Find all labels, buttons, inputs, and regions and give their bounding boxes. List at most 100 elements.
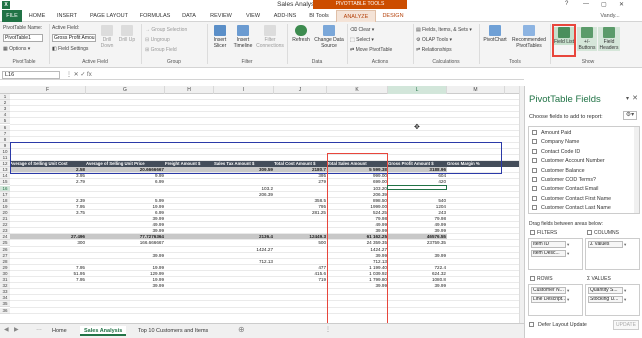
values-area[interactable]: Quantity S... ▾ Stocking U... ▾ <box>585 284 640 316</box>
tab-insert[interactable]: INSERT <box>52 10 82 22</box>
chevron-down-icon[interactable]: ▾ <box>624 287 629 294</box>
row-pill-customer[interactable]: Customer N... <box>531 287 566 294</box>
column-header-l[interactable]: L <box>388 86 447 94</box>
field-item[interactable]: Contact Code ID <box>532 148 580 155</box>
select-button[interactable]: ⬚ Select ▾ <box>350 37 374 43</box>
group-selection-button[interactable]: → Group Selection <box>145 27 187 33</box>
filter-pill-item-desc[interactable]: Item Desc... <box>531 250 566 257</box>
ungroup-button[interactable]: ⊟ Ungroup <box>145 37 170 43</box>
field-item[interactable]: Amount Paid <box>532 130 571 136</box>
active-cell[interactable] <box>387 185 447 190</box>
column-header-m[interactable]: M <box>447 86 505 94</box>
tab-formulas[interactable]: FORMULAS <box>136 10 174 22</box>
checkbox-icon[interactable] <box>532 167 537 173</box>
chevron-down-icon[interactable]: ▾ <box>567 250 572 257</box>
table-cell[interactable] <box>388 308 447 314</box>
checkbox-icon[interactable] <box>532 148 537 154</box>
field-item[interactable]: Customer Account Number <box>532 158 605 164</box>
column-header-g[interactable]: G <box>86 86 165 94</box>
filter-pill-item-id[interactable]: Item ID <box>531 241 566 248</box>
filters-area[interactable]: Item ID ▾ Item Desc... ▾ <box>528 238 583 270</box>
refresh-button[interactable]: Refresh <box>290 25 312 43</box>
pivottable-name-input[interactable]: PivotTable1 <box>3 34 43 42</box>
field-item[interactable]: Customer COD Terms? <box>532 177 596 183</box>
clear-button[interactable]: ⌫ Clear ▾ <box>350 27 374 33</box>
next-sheet-icon[interactable]: ▶ <box>14 326 19 333</box>
checkbox-icon[interactable] <box>532 158 537 164</box>
table-cell[interactable] <box>274 308 327 314</box>
tab-page-layout[interactable]: PAGE LAYOUT <box>84 10 134 22</box>
chevron-down-icon[interactable]: ▾ <box>567 296 572 303</box>
group-field-button[interactable]: ⊞ Group Field <box>145 47 177 53</box>
user-name[interactable]: Vandy... <box>590 10 630 22</box>
move-pivottable-button[interactable]: ⇄ Move PivotTable <box>350 47 392 53</box>
checkbox-icon[interactable] <box>532 195 537 201</box>
column-header-h[interactable]: H <box>165 86 214 94</box>
column-header-j[interactable]: J <box>274 86 327 94</box>
row-pill-line-desc[interactable]: Line Descript... <box>531 296 566 303</box>
pivottable-options-button[interactable]: ▦ Options ▾ <box>3 46 30 52</box>
checkbox-icon[interactable] <box>532 130 537 135</box>
column-header-i[interactable]: I <box>214 86 274 94</box>
tab-design[interactable]: DESIGN <box>378 10 408 22</box>
pane-close-icon[interactable]: ✕ <box>632 94 638 102</box>
tab-bi-tools[interactable]: BI Tools <box>304 10 334 22</box>
name-box[interactable]: L16 <box>2 71 60 79</box>
value-pill-quantity[interactable]: Quantity S... <box>588 287 623 294</box>
sheet-tab-sales-analysis[interactable]: Sales Analysis <box>80 326 127 336</box>
olap-tools-button[interactable]: ⚙ OLAP Tools ▾ <box>416 37 452 43</box>
prev-sheet-icon[interactable]: ◀ <box>4 326 9 333</box>
chevron-down-icon[interactable]: ▾ <box>567 241 572 248</box>
tab-analyze[interactable]: ANALYZE <box>336 10 376 22</box>
field-item[interactable]: Customer Contact Last Name <box>532 205 611 211</box>
table-cell[interactable] <box>447 308 505 314</box>
tab-view[interactable]: VIEW <box>240 10 266 22</box>
rows-area[interactable]: Customer N... ▾ Line Descript... ▾ <box>528 284 583 316</box>
pivotchart-button[interactable]: PivotChart <box>481 25 509 43</box>
more-sheets-icon[interactable]: … <box>36 326 42 332</box>
defer-layout-update-checkbox[interactable]: Defer Layout Update <box>529 322 587 328</box>
tab-review[interactable]: REVIEW <box>204 10 238 22</box>
field-item[interactable]: Customer Contact Email <box>532 186 598 192</box>
buttons-toggle[interactable]: +/- Buttons <box>577 27 597 51</box>
table-cell[interactable] <box>165 308 214 314</box>
restore-icon[interactable]: ▢ <box>601 1 607 8</box>
relationships-button[interactable]: ⇌ Relationships <box>416 47 452 53</box>
chevron-down-icon[interactable]: ▾ <box>624 296 629 303</box>
column-pill-values[interactable]: Σ Values <box>588 241 623 248</box>
field-headers-toggle[interactable]: Field Headers <box>598 27 620 51</box>
drill-up-button[interactable]: Drill Up <box>118 25 136 43</box>
sheet-tab-top-10[interactable]: Top 10 Customers and Items <box>134 326 212 336</box>
checkbox-icon[interactable] <box>532 186 537 192</box>
table-cell[interactable] <box>86 308 165 314</box>
formula-bar-icons[interactable]: ⋮ ✕ ✓ fx <box>66 71 92 78</box>
minimize-icon[interactable]: — <box>583 1 589 7</box>
table-cell[interactable] <box>10 308 86 314</box>
active-field-input[interactable]: Gross Profit Amou <box>52 34 96 42</box>
change-data-source-button[interactable]: Change Data Source <box>314 25 344 49</box>
sheet-tab-more-icon[interactable]: ⋮ <box>325 326 331 333</box>
insert-timeline-button[interactable]: Insert Timeline <box>232 25 254 49</box>
insert-slicer-button[interactable]: Insert Slicer <box>210 25 230 49</box>
gear-icon[interactable]: ⚙▾ <box>623 111 637 120</box>
field-item[interactable]: Company Name <box>532 139 579 145</box>
table-cell[interactable] <box>214 308 274 314</box>
row-header-36[interactable]: 36 <box>0 307 10 314</box>
field-settings-button[interactable]: ◧ Field Settings <box>52 46 88 52</box>
value-pill-stocking[interactable]: Stocking U... <box>588 296 623 303</box>
sheet-tab-home[interactable]: Home <box>48 326 71 336</box>
checkbox-icon[interactable] <box>532 139 537 145</box>
filter-connections-button[interactable]: Filter Connections <box>256 25 284 49</box>
columns-area[interactable]: Σ Values ▾ <box>585 238 640 270</box>
chevron-down-icon[interactable]: ▾ <box>624 241 629 248</box>
column-header-f[interactable]: F <box>10 86 86 94</box>
tab-add-ins[interactable]: ADD-INS <box>268 10 302 22</box>
worksheet-grid[interactable]: FGHIJKLM 1 2 3 4 5 6 7 8 9 10 11 12 13 14 15 16 17 18 19 20… <box>0 86 519 323</box>
column-header-k[interactable]: K <box>327 86 388 94</box>
add-sheet-icon[interactable]: ⊕ <box>238 325 245 334</box>
close-icon[interactable]: ✕ <box>619 1 624 8</box>
field-item[interactable]: Customer Contact First Name <box>532 195 611 202</box>
checkbox-icon[interactable] <box>532 205 537 211</box>
drill-down-button[interactable]: Drill Down <box>98 25 116 49</box>
chevron-down-icon[interactable]: ▾ <box>567 287 572 294</box>
